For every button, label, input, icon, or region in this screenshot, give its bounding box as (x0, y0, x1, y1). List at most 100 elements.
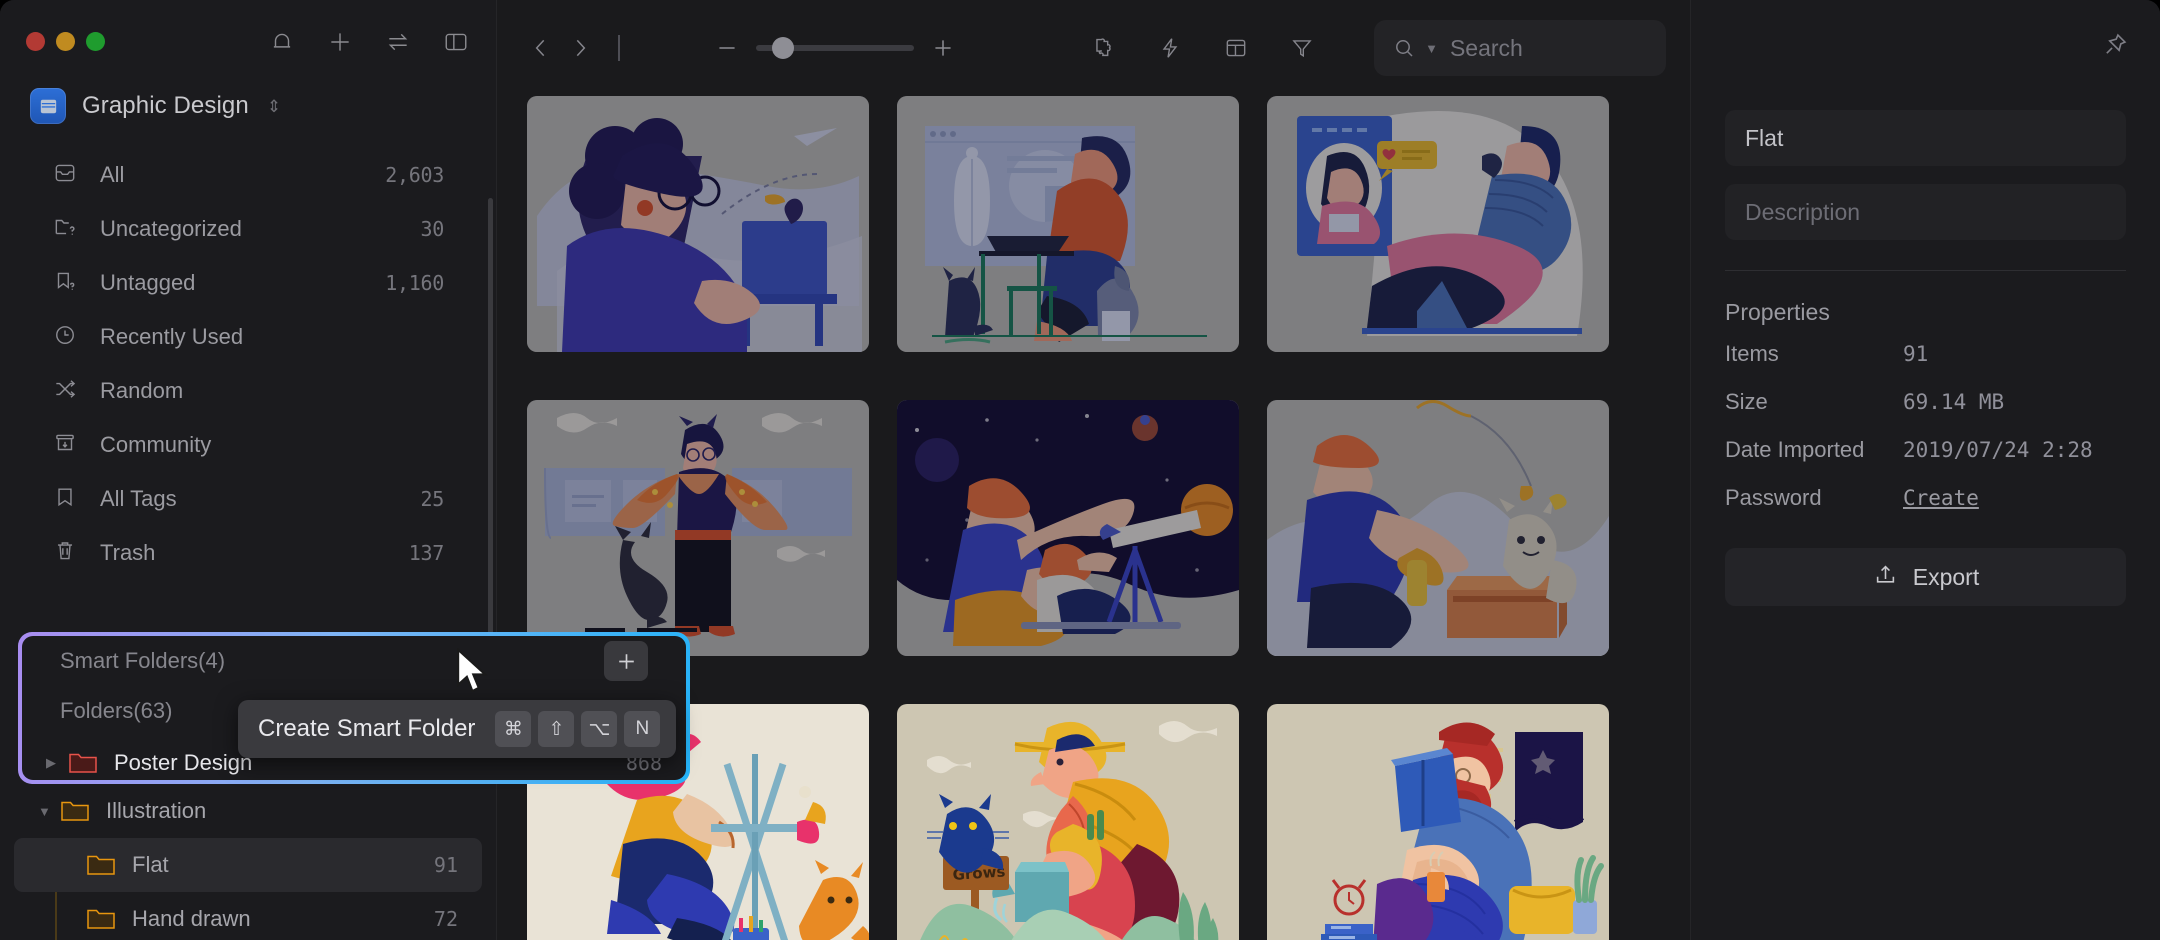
sidebar-item-uncategorized[interactable]: Uncategorized 30 (14, 202, 482, 256)
grid-item-man-on-laptop-with-cat[interactable] (897, 96, 1239, 352)
create-smart-folder-tooltip: Create Smart Folder ⌘ ⇧ ⌥ N (238, 700, 677, 758)
sidebar-item-recently-used[interactable]: Recently Used (14, 310, 482, 364)
thumbnail-image (1267, 704, 1609, 940)
folder-icon (60, 798, 92, 824)
property-key: Password (1725, 485, 1822, 510)
thumbnail-image: Grows (897, 704, 1239, 940)
sidebar-nav: All 2,603 Uncategorized 30 Untagged 1,16… (0, 148, 496, 580)
sidebar-item-trash[interactable]: Trash 137 (14, 526, 482, 580)
folder-count: 91 (433, 853, 458, 877)
folder-row[interactable]: Flat 91 (14, 838, 482, 892)
plus-icon[interactable] (326, 28, 354, 56)
toolbar: ▼ Search (497, 0, 1690, 96)
thumbnail-image (527, 400, 869, 656)
properties-title: Properties (1725, 299, 1830, 325)
filter-icon[interactable] (1280, 26, 1324, 70)
forward-button[interactable] (561, 26, 601, 70)
chevron-down-icon[interactable]: ▼ (1425, 41, 1438, 56)
key-command: ⌘ (495, 711, 532, 747)
toolbar-divider (618, 35, 621, 61)
lightning-icon[interactable] (1148, 26, 1192, 70)
folder-description-field[interactable]: Description (1725, 184, 2126, 240)
zoom-slider[interactable] (756, 37, 915, 59)
sidebar-item-random[interactable]: Random (14, 364, 482, 418)
zoom-window-button[interactable] (86, 32, 105, 51)
create-password-link[interactable]: Create (1903, 486, 1979, 510)
sidebar-item-label: Untagged (100, 270, 196, 295)
sidebar-item-community[interactable]: Community (14, 418, 482, 472)
layout-icon[interactable] (1214, 26, 1258, 70)
folder-row[interactable]: Hand drawn 72 (14, 892, 482, 940)
create-smart-folder-button[interactable] (604, 641, 648, 681)
image-grid: Grows (497, 96, 1690, 940)
sidebar-toggle-icon[interactable] (442, 28, 470, 56)
shuffle-icon (52, 376, 82, 406)
back-button[interactable] (521, 26, 561, 70)
grid-item-man-reading-book-with-tea[interactable] (1267, 704, 1609, 940)
folder-name-field[interactable]: Flat (1725, 110, 2126, 166)
property-key: Date Imported (1725, 437, 1865, 462)
property-key: Size (1725, 389, 1768, 414)
folder-row[interactable]: ▼ Illustration (14, 784, 482, 838)
grid-item-man-fishing-with-cat[interactable] (1267, 400, 1609, 656)
sidebar-item-count: 30 (420, 217, 445, 241)
zoom-slider-knob[interactable] (772, 37, 795, 59)
minus-icon[interactable] (712, 33, 742, 63)
sidebar-scrollbar[interactable] (488, 198, 493, 678)
grid-item-stargazing-father-and-child[interactable] (897, 400, 1239, 656)
property-value: 2019/07/24 2:28 (1903, 438, 2093, 462)
grid-item-gardener-watering-plants[interactable]: Grows (897, 704, 1239, 940)
tooltip-shortcut-keys: ⌘ ⇧ ⌥ N (495, 711, 661, 747)
grid-item-standing-man-with-cat[interactable] (527, 400, 869, 656)
sidebar-item-label: Recently Used (100, 324, 244, 349)
folder-icon (68, 750, 100, 776)
grid-item-woman-at-easel-illustration[interactable] (527, 96, 869, 352)
property-row-size: Size 69.14 MB (1725, 382, 2126, 422)
thumbnail-image (897, 96, 1239, 352)
key-option: ⌥ (581, 711, 618, 747)
smart-folders-header: Smart Folders(4) (22, 636, 686, 686)
clock-icon (52, 322, 82, 352)
chevron-down-icon[interactable]: ▼ (38, 804, 60, 819)
library-selector[interactable]: Graphic Design ⇕ (30, 88, 496, 124)
panel-divider (1725, 270, 2126, 271)
trash-icon (52, 538, 82, 568)
chevron-right-icon[interactable]: ▶ (46, 755, 68, 771)
main-content: ▼ Search Grows (497, 0, 1690, 940)
folder-icon (86, 906, 118, 932)
sidebar-item-label: Community (100, 432, 212, 457)
search-icon (1392, 36, 1416, 60)
grid-item-video-call-couple-illustration[interactable] (1267, 96, 1609, 352)
thumbnail-image (1267, 96, 1609, 352)
folder-icon (86, 852, 118, 878)
thumbnail-image (1267, 400, 1609, 656)
key-n: N (624, 711, 661, 747)
plus-icon[interactable] (928, 33, 958, 63)
library-name: Graphic Design (82, 92, 249, 119)
search-input[interactable]: ▼ Search (1374, 20, 1666, 76)
extension-icon[interactable] (1082, 26, 1126, 70)
thumbnail-image (527, 96, 869, 352)
chevron-updown-icon[interactable]: ⇕ (267, 98, 281, 115)
close-window-button[interactable] (26, 32, 45, 51)
bell-icon[interactable] (268, 28, 296, 56)
minimize-window-button[interactable] (56, 32, 75, 51)
sidebar-item-count: 1,160 (385, 271, 444, 295)
app-window: Graphic Design ⇕ All 2,603 Uncategorized… (0, 0, 2160, 940)
pin-icon[interactable] (2098, 28, 2132, 62)
mouse-cursor (455, 648, 493, 696)
sidebar-item-all[interactable]: All 2,603 (14, 148, 482, 202)
sidebar-item-untagged[interactable]: Untagged 1,160 (14, 256, 482, 310)
export-button[interactable]: Export (1725, 548, 2126, 606)
library-icon (30, 88, 66, 124)
sidebar-item-label: Random (100, 378, 184, 403)
transfer-icon[interactable] (384, 28, 412, 56)
sidebar-item-all-tags[interactable]: All Tags 25 (14, 472, 482, 526)
upload-icon (1872, 561, 1899, 594)
sidebar-item-count: 25 (420, 487, 445, 511)
sidebar-item-label: Trash (100, 540, 156, 565)
folder-label: Illustration (106, 798, 207, 823)
property-value: 69.14 MB (1903, 390, 2005, 414)
property-row-password: Password Create (1725, 478, 2126, 518)
property-row-date-imported: Date Imported 2019/07/24 2:28 (1725, 430, 2126, 470)
